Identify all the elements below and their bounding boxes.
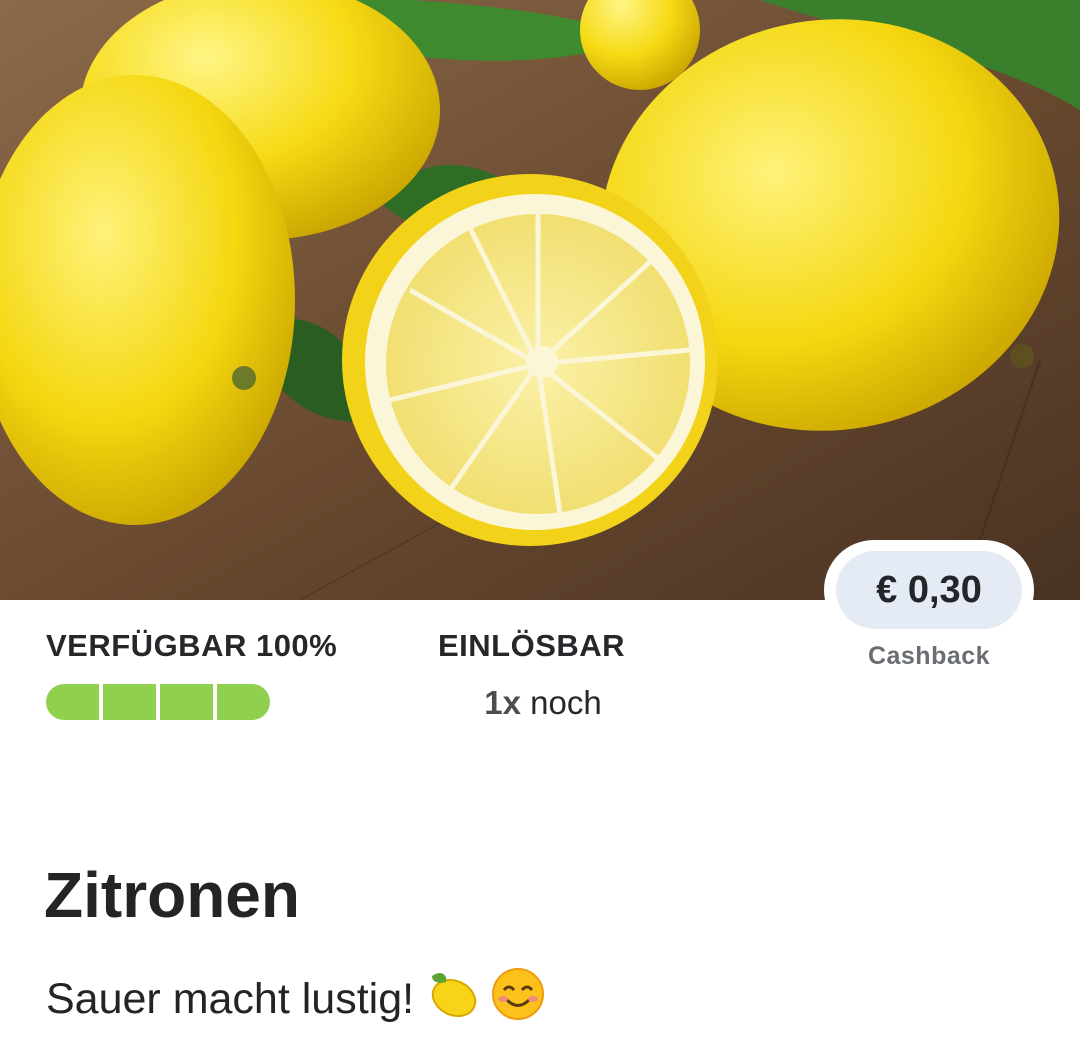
product-subtitle: Sauer macht lustig! [46,966,546,1033]
progress-segment [160,684,213,720]
lemon-emoji-icon [424,966,480,1033]
redeem-count: 1x [484,684,521,721]
progress-segment [103,684,156,720]
progress-segment [217,684,270,720]
product-image [0,0,1080,600]
availability-progress-bar [46,684,270,720]
progress-segment [46,684,99,720]
price-value: € 0,30 [836,551,1022,629]
availability-label: VERFÜGBAR 100% [46,628,338,663]
product-title: Zitronen [44,859,300,931]
redeemable-label: EINLÖSBAR [438,628,626,663]
subtitle-text: Sauer macht lustig! [46,975,415,1023]
cashback-label: Cashback [867,642,991,670]
redeemable-count: 1x noch [438,684,648,722]
redeem-suffix: noch [530,684,602,721]
smiling-face-emoji-icon [490,966,546,1033]
